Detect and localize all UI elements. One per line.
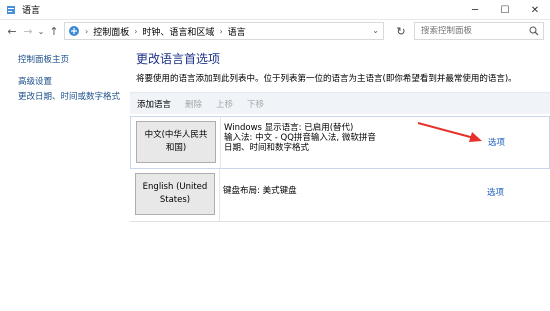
- sidebar-item-control-panel-home[interactable]: 控制面板主页: [18, 53, 69, 65]
- minimize-button[interactable]: ─: [460, 0, 490, 20]
- main-content: 更改语言首选项 将要使用的语言添加到此列表中。位于列表第一位的语言为主语言(即你…: [120, 42, 550, 311]
- options-link[interactable]: 选项: [487, 186, 504, 198]
- back-button[interactable]: ←: [4, 22, 20, 40]
- search-box[interactable]: [414, 22, 544, 40]
- title-bar: 语言 ─ ☐ ✕: [0, 0, 550, 20]
- control-panel-icon: [6, 5, 16, 15]
- page-title: 更改语言首选项: [136, 52, 221, 66]
- sidebar-item-change-date-time-format[interactable]: 更改日期、时间或数字格式: [18, 90, 120, 102]
- add-language-button[interactable]: 添加语言: [130, 98, 178, 110]
- breadcrumb-item-control-panel[interactable]: 控制面板: [93, 25, 129, 38]
- address-bar: ← → ⌄ ↑ › 控制面板 › 时钟、语言和区域 › 语言 ⌄ ↻: [0, 20, 550, 42]
- toolbar: 添加语言 删除 上移 下移: [130, 92, 550, 114]
- maximize-button[interactable]: ☐: [490, 0, 520, 20]
- up-button[interactable]: ↑: [46, 22, 62, 40]
- recent-locations-button[interactable]: ⌄: [36, 22, 46, 40]
- move-down-button[interactable]: 下移: [240, 98, 271, 110]
- column-divider: [219, 169, 220, 222]
- breadcrumb-separator-icon: ›: [85, 26, 89, 36]
- page-description: 将要使用的语言添加到此列表中。位于列表第一位的语言为主语言(即你希望看到并最常使…: [136, 74, 517, 84]
- keyboard-layout-info: 键盘布局: 美式键盘: [223, 186, 297, 196]
- language-name-box[interactable]: 中文(中华人民共和国): [136, 121, 216, 163]
- forward-button[interactable]: →: [20, 22, 36, 40]
- search-input[interactable]: [415, 26, 523, 36]
- list-item[interactable]: 中文(中华人民共和国) Windows 显示语言: 已启用(替代) 输入法: 中…: [130, 116, 550, 169]
- format-info: 日期、时间和数字格式: [224, 143, 310, 153]
- sidebar: 控制面板主页 高级设置 更改日期、时间或数字格式: [0, 42, 120, 311]
- chevron-down-icon[interactable]: ⌄: [372, 26, 379, 35]
- window-title: 语言: [22, 6, 41, 16]
- refresh-button[interactable]: ↻: [394, 24, 408, 38]
- search-icon[interactable]: [529, 26, 539, 36]
- breadcrumb[interactable]: › 控制面板 › 时钟、语言和区域 › 语言 ⌄: [64, 22, 384, 40]
- sidebar-item-advanced-settings[interactable]: 高级设置: [18, 75, 52, 87]
- breadcrumb-item-clock-language-region[interactable]: 时钟、语言和区域: [142, 25, 214, 38]
- list-item[interactable]: English (United States) 键盘布局: 美式键盘 选项: [130, 169, 550, 222]
- row-divider: [130, 221, 550, 222]
- language-list: 中文(中华人民共和国) Windows 显示语言: 已启用(替代) 输入法: 中…: [130, 116, 550, 311]
- input-method-info: 输入法: 中文 - QQ拼音输入法, 微软拼音: [224, 133, 376, 143]
- breadcrumb-item-language[interactable]: 语言: [228, 25, 246, 38]
- remove-button[interactable]: 删除: [178, 98, 209, 110]
- language-name-box[interactable]: English (United States): [135, 173, 215, 215]
- options-link[interactable]: 选项: [488, 136, 505, 148]
- control-panel-icon: [68, 25, 80, 37]
- display-language-info: Windows 显示语言: 已启用(替代): [224, 123, 354, 133]
- breadcrumb-separator-icon: ›: [134, 26, 138, 36]
- language-details: Windows 显示语言: 已启用(替代) 输入法: 中文 - QQ拼音输入法,…: [224, 123, 376, 153]
- language-details: 键盘布局: 美式键盘: [223, 186, 297, 196]
- breadcrumb-separator-icon: ›: [219, 26, 223, 36]
- column-divider: [220, 117, 221, 168]
- move-up-button[interactable]: 上移: [209, 98, 240, 110]
- close-button[interactable]: ✕: [520, 0, 550, 20]
